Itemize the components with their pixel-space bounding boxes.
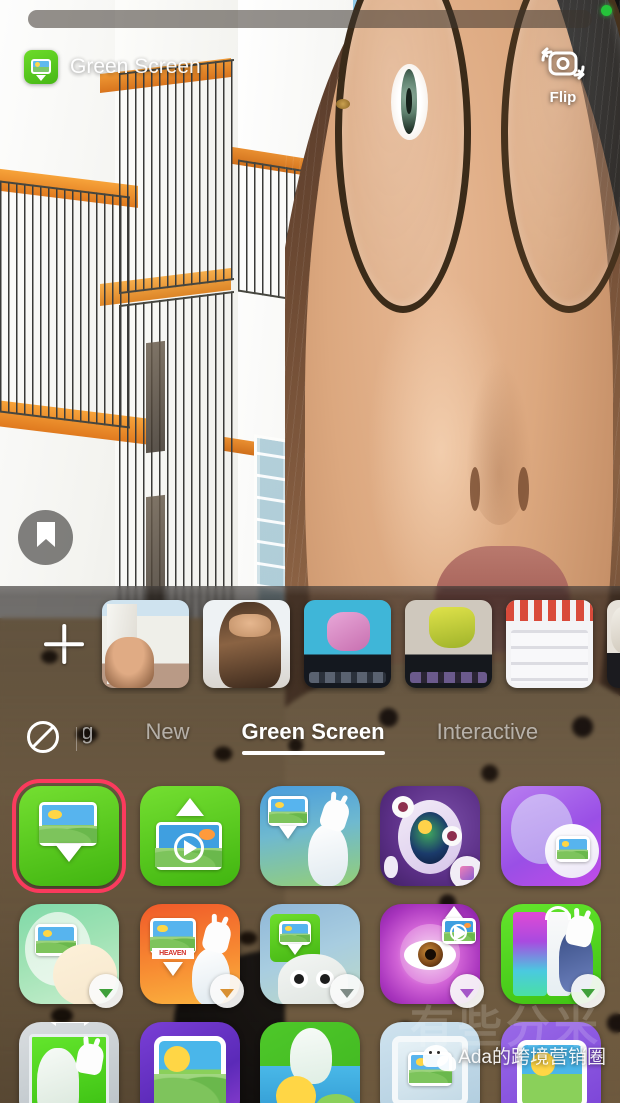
flip-camera-button[interactable]: Flip	[528, 44, 598, 106]
no-effect-icon	[25, 719, 61, 760]
tiktok-camera-screen: Green Screen Flip	[0, 0, 620, 1103]
download-badge[interactable]	[450, 974, 484, 1008]
effect-category-tabs[interactable]: ng New Green Screen Interactive	[0, 708, 620, 770]
add-media-button[interactable]	[40, 620, 88, 668]
no-effect-button[interactable]	[22, 718, 64, 760]
balcony-railing	[0, 179, 131, 428]
window-recess	[146, 341, 165, 454]
tab-label: Green Screen	[242, 719, 385, 744]
media-thumbnail[interactable]	[102, 600, 189, 688]
tab-trending[interactable]: ng	[83, 719, 119, 759]
tab-label: Interactive	[437, 719, 539, 744]
effect-item-green-screen-eyes[interactable]	[260, 904, 360, 1004]
tab-divider	[76, 727, 77, 751]
balcony-railing	[119, 59, 234, 294]
media-thumbnail[interactable]	[203, 600, 290, 688]
media-thumbnail[interactable]	[506, 600, 593, 688]
effect-item-white-frame-photo[interactable]	[380, 1022, 480, 1103]
download-badge[interactable]	[330, 974, 364, 1008]
balcony-railing	[119, 291, 234, 636]
green-screen-icon	[24, 50, 58, 84]
effect-item-rainbow-hand-split[interactable]	[501, 904, 601, 1004]
active-tab-underline	[242, 751, 385, 755]
effect-item-green-screen[interactable]	[19, 786, 119, 886]
tab-label: ng	[83, 719, 93, 744]
effect-item-purple-eye-video[interactable]	[380, 904, 480, 1004]
tab-interactive[interactable]: Interactive	[411, 719, 565, 759]
effect-item-violet-landscape[interactable]	[501, 1022, 601, 1103]
effect-item-green-blue-scene[interactable]	[260, 1022, 360, 1103]
effects-grid[interactable]: HEAVEN	[0, 776, 620, 1103]
media-picker-strip[interactable]	[0, 594, 620, 694]
effect-item-green-screen-wave[interactable]	[260, 786, 360, 886]
download-badge[interactable]	[210, 974, 244, 1008]
bookmark-icon	[35, 521, 57, 554]
active-effect-chip[interactable]: Green Screen	[24, 50, 201, 84]
nose	[465, 356, 533, 525]
active-effect-label: Green Screen	[70, 55, 201, 79]
recording-indicator-dot	[601, 5, 612, 16]
favorite-effect-button[interactable]	[18, 510, 73, 565]
camera-flip-icon	[528, 44, 598, 84]
effects-panel: ng New Green Screen Interactive	[0, 586, 620, 1103]
flip-camera-label: Flip	[528, 89, 598, 106]
media-thumbnail[interactable]	[607, 600, 620, 688]
eye	[391, 64, 428, 140]
effect-item-purple-landscape[interactable]	[140, 1022, 240, 1103]
status-bar-notch	[28, 10, 592, 28]
effect-item-alien-eyes-portal[interactable]	[380, 786, 480, 886]
effect-item-soft-green-photo[interactable]	[19, 904, 119, 1004]
media-thumbnail[interactable]	[405, 600, 492, 688]
effect-item-green-screen-video[interactable]	[140, 786, 240, 886]
tab-green-screen[interactable]: Green Screen	[216, 719, 411, 759]
effect-item-orange-heaven-wave[interactable]: HEAVEN	[140, 904, 240, 1004]
download-badge[interactable]	[571, 974, 605, 1008]
effect-item-purple-photo-bubble[interactable]	[501, 786, 601, 886]
tab-new[interactable]: New	[119, 719, 215, 759]
tab-label: New	[145, 719, 189, 744]
download-badge[interactable]	[89, 974, 123, 1008]
effect-item-green-resize-hand[interactable]	[19, 1022, 119, 1103]
media-thumbnail[interactable]	[304, 600, 391, 688]
